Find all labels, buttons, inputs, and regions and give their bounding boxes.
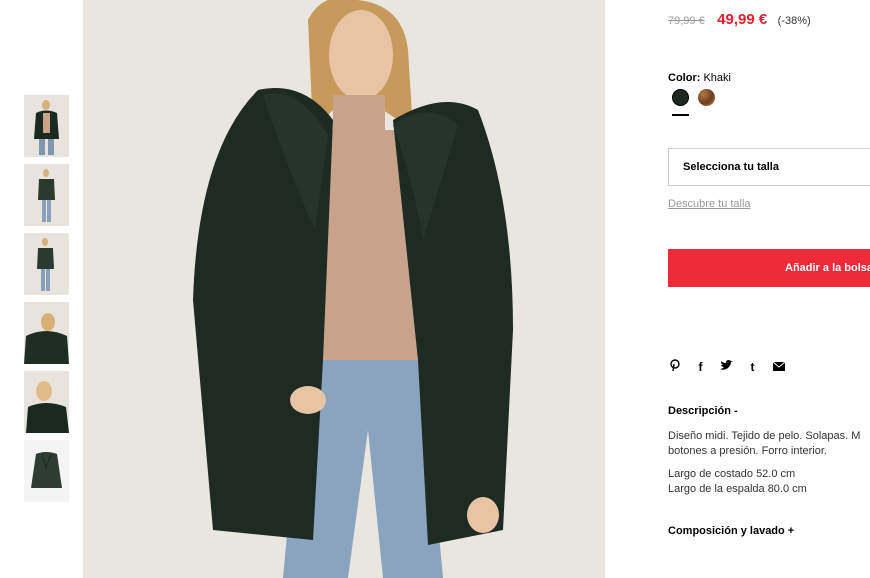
sale-price: 49,99 € xyxy=(717,11,768,28)
main-product-image[interactable] xyxy=(83,0,605,578)
composition-toggle[interactable]: Composición y lavado + xyxy=(668,525,794,537)
color-swatch-khaki[interactable] xyxy=(672,89,689,106)
color-value: Khaki xyxy=(703,72,731,84)
product-info-panel: 79,99 € 49,99 € (-38%) Color: Khaki Sele… xyxy=(668,0,870,578)
add-to-bag-button[interactable]: Añadir a la bolsa xyxy=(668,249,870,287)
thumbnail-2[interactable] xyxy=(24,164,69,226)
thumbnail-1[interactable] xyxy=(24,95,69,157)
size-selector[interactable]: Selecciona tu talla xyxy=(668,148,870,186)
color-label-key: Color: xyxy=(668,72,701,84)
color-swatches xyxy=(672,89,715,106)
size-guide-link[interactable]: Descubre tu talla xyxy=(668,198,751,210)
old-price: 79,99 € xyxy=(668,15,705,27)
description-text: Diseño midi. Tejido de pelo. Solapas. M … xyxy=(668,429,870,459)
twitter-icon[interactable] xyxy=(720,359,733,374)
discount-badge: (-38%) xyxy=(777,15,811,27)
description-toggle[interactable]: Descripción - xyxy=(668,405,738,417)
measurement-back-length: Largo de la espalda 80.0 cm xyxy=(668,483,807,495)
price-block: 79,99 € 49,99 € (-38%) xyxy=(668,11,811,29)
email-icon[interactable] xyxy=(772,360,785,374)
thumbnail-3[interactable] xyxy=(24,233,69,295)
measurement-side-length: Largo de costado 52.0 cm xyxy=(668,468,796,480)
color-label: Color: Khaki xyxy=(668,72,731,84)
facebook-icon[interactable]: f xyxy=(694,360,707,374)
thumbnail-strip xyxy=(24,95,69,509)
thumbnail-5[interactable] xyxy=(24,371,69,433)
thumbnail-6[interactable] xyxy=(24,440,69,502)
thumbnail-4[interactable] xyxy=(24,302,69,364)
color-swatch-leopard[interactable] xyxy=(698,89,715,106)
tumblr-icon[interactable]: t xyxy=(746,360,759,374)
description-line-2: botones a presión. Forro interior. xyxy=(668,445,827,457)
share-icons: f t xyxy=(668,359,785,374)
pinterest-icon[interactable] xyxy=(668,359,681,374)
measurements: Largo de costado 52.0 cm Largo de la esp… xyxy=(668,467,807,497)
description-line-1: Diseño midi. Tejido de pelo. Solapas. M xyxy=(668,430,861,442)
selected-swatch-indicator xyxy=(672,114,689,116)
